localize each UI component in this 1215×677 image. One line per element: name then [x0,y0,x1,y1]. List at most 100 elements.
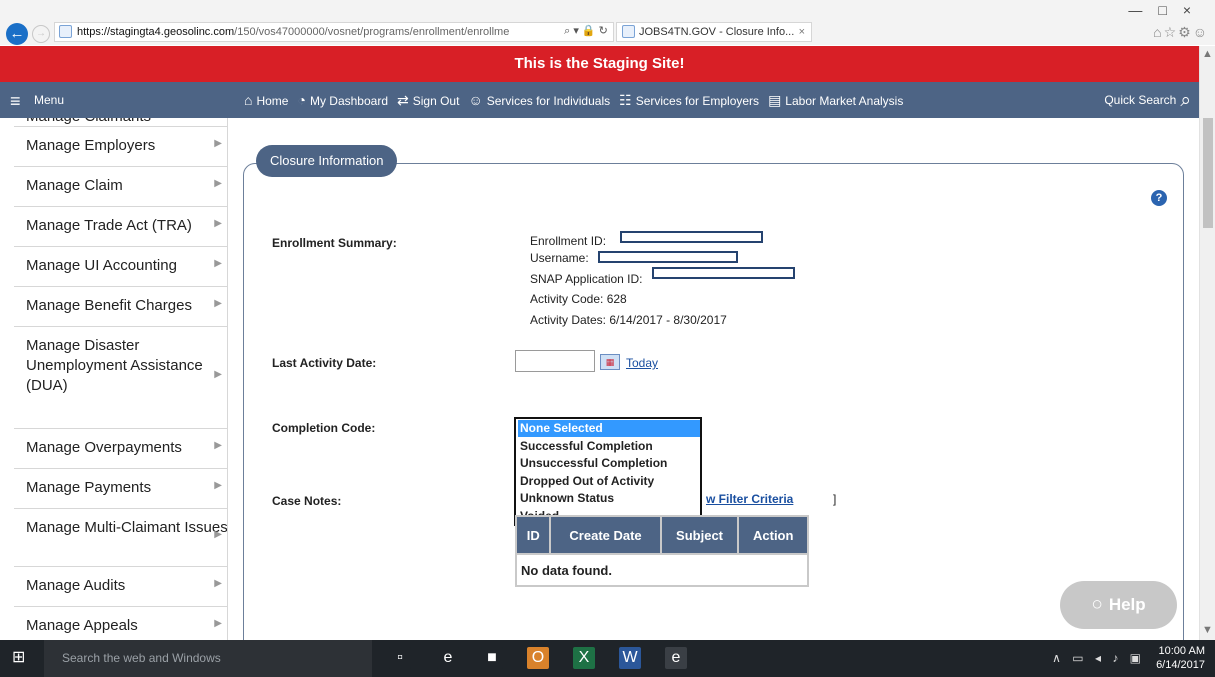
completion-option-dropped-out-of-activity[interactable]: Dropped Out of Activity [518,473,700,490]
nav-link-my-dashboard[interactable]: ◔ My Dashboard [297,92,388,108]
today-link[interactable]: Today [626,356,658,370]
nav-link-sign-out[interactable]: ⇄ Sign Out [397,92,460,108]
taskbar-search-box[interactable]: Search the web and Windows [44,640,372,677]
sidebar-item-manage-audits[interactable]: Manage Audits ▶ [14,567,227,607]
sidebar-item-manage-trade-act-tra[interactable]: Manage Trade Act (TRA) ▶ [14,207,227,247]
activity-code: Activity Code: 628 [530,292,627,306]
calendar-icon[interactable]: ▦ [600,354,620,370]
last-activity-date-input[interactable] [515,350,595,372]
col-create-date-header[interactable]: Create Date [549,515,662,555]
sidebar-item-label: Manage Disaster Unemployment Assistance … [26,337,203,394]
sidebar-item-manage-multi-claimant-issues[interactable]: Manage Multi-Claimant Issues ▶ [14,509,227,567]
nav-link-label: My Dashboard [309,94,388,108]
menu-label: Menu [34,93,65,107]
completion-option-successful-completion[interactable]: Successful Completion [518,438,700,455]
sidebar-item-manage-benefit-charges[interactable]: Manage Benefit Charges ▶ [14,287,227,327]
view-filter-criteria-link[interactable]: w Filter Criteria [706,492,793,506]
sidebar-item-label: Manage UI Accounting [26,257,177,274]
sidebar-item-manage-ui-accounting[interactable]: Manage UI Accounting ▶ [14,247,227,287]
forward-button[interactable]: → [32,25,50,43]
sidebar-item-manage-claimants[interactable]: Manage Claimants▶ [14,118,227,127]
sidebar-item-label: Manage Employers [26,137,156,154]
chevron-right-icon: ▶ [214,217,222,229]
sidebar: Manage Claimants▶Manage Employers▶Manage… [14,118,228,640]
nav-link-icon: ▤ [768,92,782,108]
nav-link-icon: ◔ [297,92,306,108]
sidebar-item-label: Manage Overpayments [26,439,182,456]
internet-explorer-icon[interactable]: e [665,647,687,669]
nav-link-labor-market-analysis[interactable]: ▤ Labor Market Analysis [768,92,903,108]
col-action-header[interactable]: Action [737,515,809,555]
sidebar-item-label: Manage Appeals [26,617,138,634]
quick-search-button[interactable]: Quick Search ⌕ [1104,82,1191,118]
browser-tab[interactable]: JOBS4TN.GOV - Closure Info... × [616,22,812,42]
browser-toolbar-icons[interactable]: ⌂☆⚙☺ [1139,24,1209,42]
panel-legend: Closure Information [256,145,398,177]
chevron-right-icon: ▶ [214,177,222,189]
word-icon[interactable]: W [619,647,641,669]
window-controls[interactable]: —□× [1107,2,1207,20]
sidebar-item-label: Manage Payments [26,479,152,496]
site-favicon-icon [59,25,72,38]
outlook-icon[interactable]: O [527,647,549,669]
chevron-right-icon: ▶ [214,577,222,589]
sidebar-item-label: Manage Claim [26,177,123,194]
system-tray-icons[interactable]: ∧ ▭ ◂ ♪ ▣ [1052,640,1145,677]
redacted-enrollment-id [620,231,763,243]
completion-option-unsuccessful-completion[interactable]: Unsuccessful Completion [518,455,700,472]
last-activity-date-label: Last Activity Date: [272,356,377,370]
taskbar-clock[interactable]: 10:00 AM 6/14/2017 [1147,644,1205,672]
scroll-up-icon[interactable]: ▲ [1202,48,1213,60]
nav-link-label: Sign Out [412,94,460,108]
vertical-scrollbar[interactable]: ▲ ▼ [1199,46,1215,640]
sidebar-item-label: Manage Trade Act (TRA) [26,217,192,234]
scroll-down-icon[interactable]: ▼ [1202,624,1213,636]
chevron-right-icon: ▶ [214,617,222,629]
task-view-icon[interactable]: ▫ [389,647,411,669]
windows-start-icon[interactable]: ⊞ [12,649,30,667]
chevron-right-icon: ▶ [214,297,222,309]
completion-code-label: Completion Code: [272,421,376,435]
enrollment-id-label: Enrollment ID: [530,234,607,248]
help-question-icon[interactable]: ? [1151,190,1167,206]
completion-option-none-selected[interactable]: None Selected [518,420,700,437]
file-explorer-icon[interactable]: ■ [481,647,503,669]
back-button[interactable]: ← [6,23,28,45]
chevron-right-icon: ▶ [214,479,222,491]
nav-link-home[interactable]: ⌂ Home [244,92,289,108]
address-bar-tools[interactable]: ⌕ ▾ 🔒 ↻ [558,22,614,42]
hamburger-icon: ≡ [10,90,21,111]
sidebar-item-manage-overpayments[interactable]: Manage Overpayments ▶ [14,429,227,469]
col-id-header[interactable]: ID [514,515,552,555]
chevron-right-icon: ▶ [214,257,222,269]
nav-link-icon: ☺ [468,92,483,108]
sidebar-item-manage-disaster-unemployment-assistance-dua[interactable]: Manage Disaster Unemployment Assistance … [14,327,227,429]
completion-code-dropdown-list[interactable]: None Selected Successful Completion Unsucc… [514,417,702,526]
sidebar-item-manage-claim[interactable]: Manage Claim ▶ [14,167,227,207]
clock-date: 6/14/2017 [1156,659,1205,671]
sidebar-item-manage-payments[interactable]: Manage Payments ▶ [14,469,227,509]
windows-taskbar: ⊞ Search the web and Windows ▫ e ■ O X We ∧ ▭… [0,640,1215,677]
clock-time: 10:00 AM [1158,645,1205,657]
col-subject-header[interactable]: Subject [659,515,740,555]
address-bar[interactable]: https://stagingta4.geosolinc.com/150/vos… [54,22,614,42]
nav-link-services-for-employers[interactable]: ☷ Services for Employers [619,92,760,108]
help-chat-button[interactable]: ○ Help [1060,581,1177,629]
nav-link-services-for-individuals[interactable]: ☺ Services for Individuals [468,92,610,108]
excel-icon[interactable]: X [573,647,595,669]
sidebar-item-manage-appeals[interactable]: Manage Appeals ▶ [14,607,227,640]
scrollbar-thumb[interactable] [1203,118,1213,228]
menu-button[interactable]: ≡ Menu [10,82,64,118]
chevron-right-icon: ▶ [214,439,222,451]
tab-close-icon[interactable]: × [799,23,805,41]
nav-links: ⌂ Home ◔ My Dashboard ⇄ Sign Out ☺ Services for… [244,82,912,118]
edge-icon[interactable]: e [437,647,459,669]
case-notes-table: ID Create Date Subject Action No data fo… [514,515,809,587]
staging-banner: This is the Staging Site! [0,46,1199,82]
nav-link-icon: ☷ [619,92,632,108]
nav-link-label: Home [256,94,289,108]
sidebar-item-manage-employers[interactable]: Manage Employers ▶ [14,127,227,167]
search-icon: ⌕ [1180,89,1191,111]
completion-option-unknown-status[interactable]: Unknown Status [518,490,700,507]
nav-link-label: Services for Employers [635,94,760,108]
